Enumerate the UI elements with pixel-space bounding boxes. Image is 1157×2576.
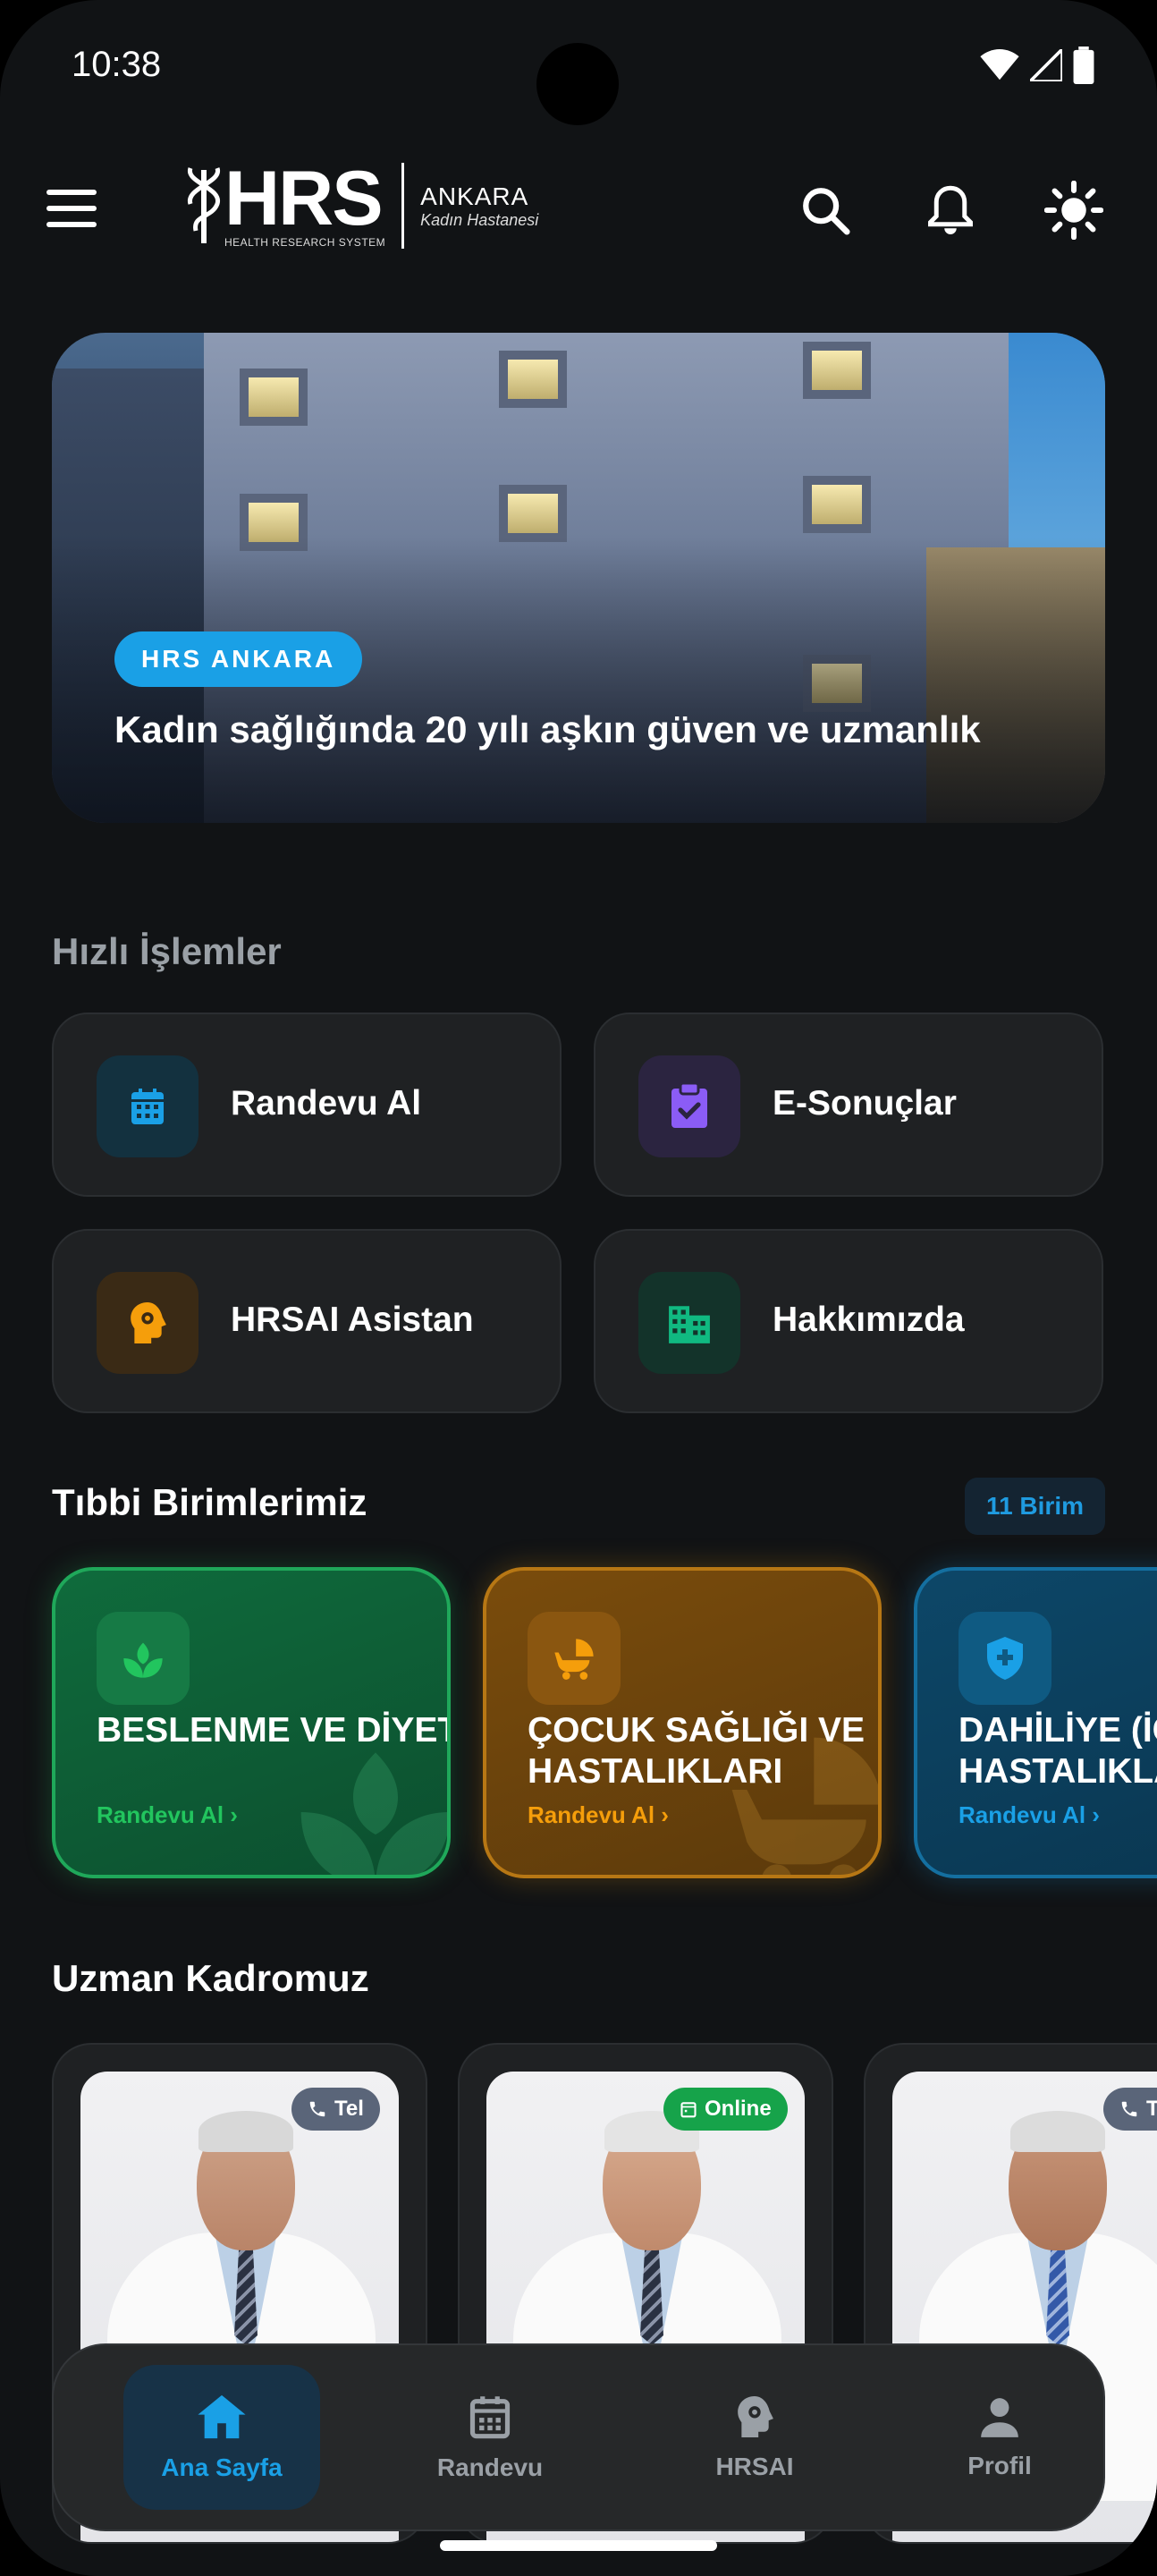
doctor-pill-label: Tel — [334, 2097, 364, 2121]
unit-appointment-link[interactable]: Randevu Al › — [528, 1801, 669, 1829]
unit-icon-box — [959, 1612, 1051, 1705]
theme-toggle-button[interactable] — [1043, 179, 1105, 242]
unit-appointment-link[interactable]: Randevu Al › — [959, 1801, 1100, 1829]
wifi-icon — [980, 49, 1019, 80]
nav-label: Ana Sayfa — [161, 2453, 283, 2481]
unit-icon-box — [97, 1612, 190, 1705]
quick-action-results[interactable]: E-Sonuçlar — [594, 1013, 1103, 1197]
quick-action-label: Randevu Al — [231, 1084, 422, 1123]
nav-item-profile[interactable]: Profil — [901, 2365, 1098, 2510]
quick-action-ai-assistant[interactable]: HRSAI Asistan — [52, 1229, 562, 1413]
hero-window — [499, 351, 567, 408]
bell-icon — [928, 185, 973, 234]
calendar-icon — [680, 2102, 697, 2118]
ai-head-icon — [131, 1302, 166, 1343]
nav-item-home[interactable]: Ana Sayfa — [123, 2365, 320, 2510]
notifications-button[interactable] — [919, 179, 982, 242]
quick-action-icon-box — [638, 1272, 740, 1374]
clipboard-check-icon — [671, 1083, 707, 1128]
logo-location: ANKARA Kadın Hastanesi — [420, 182, 538, 230]
hero-tagline: Kadın sağlığında 20 yılı aşkın güven ve … — [114, 708, 981, 750]
nav-item-appointment[interactable]: Randevu — [392, 2365, 588, 2510]
doctor-pill-label: Online — [705, 2097, 772, 2121]
quick-action-appointment[interactable]: Randevu Al — [52, 1013, 562, 1197]
home-indicator[interactable] — [440, 2540, 717, 2551]
phone-icon — [1121, 2101, 1137, 2117]
nav-label: HRSAI — [715, 2453, 794, 2480]
logo-subtext: HEALTH RESEARCH SYSTEM — [224, 236, 386, 249]
unit-card-pediatrics[interactable]: ÇOCUK SAĞLIĞI VE HASTALIKLARI Randevu Al… — [483, 1567, 882, 1878]
unit-link-label: Randevu Al — [528, 1801, 655, 1828]
unit-name: DAHİLİYE (İÇ HASTALIKLARI) — [959, 1711, 1157, 1791]
hospital-logo[interactable]: HRS HEALTH RESEARCH SYSTEM ANKARA Kadın … — [183, 156, 538, 249]
doctor-contact-pill: Tel — [1103, 2088, 1157, 2131]
search-icon — [803, 188, 850, 235]
home-icon — [198, 2394, 246, 2439]
calendar-icon — [131, 1089, 164, 1124]
sun-icon — [1044, 181, 1103, 240]
unit-icon-box — [528, 1612, 621, 1705]
doctor-contact-pill: Tel — [291, 2088, 380, 2131]
hero-banner[interactable]: HRS ANKARA Kadın sağlığında 20 yılı aşkı… — [52, 333, 1105, 823]
menu-button[interactable] — [46, 190, 97, 231]
doctor-pill-label: Tel — [1146, 2097, 1157, 2121]
building-icon — [669, 1306, 710, 1343]
doctors-title: Uzman Kadromuz — [52, 1957, 369, 1999]
logo-city: ANKARA — [420, 182, 529, 210]
stroller-icon — [554, 1639, 594, 1680]
app-header: HRS HEALTH RESEARCH SYSTEM ANKARA Kadın … — [0, 152, 1157, 268]
quick-action-about[interactable]: Hakkımızda — [594, 1229, 1103, 1413]
unit-appointment-link[interactable]: Randevu Al › — [97, 1801, 238, 1829]
hero-badge: HRS ANKARA — [114, 631, 363, 687]
calendar-icon — [469, 2396, 511, 2439]
nav-label: Randevu — [436, 2453, 544, 2481]
doctor-contact-pill: Online — [663, 2088, 788, 2131]
logo-text: HRS — [224, 156, 384, 242]
ai-head-icon — [738, 2396, 773, 2437]
quick-action-icon-box — [97, 1055, 198, 1157]
nav-label: Profil — [967, 2452, 1032, 2479]
person-icon — [981, 2398, 1018, 2437]
signal-icon — [1030, 49, 1062, 81]
quick-action-label: HRSAI Asistan — [231, 1301, 474, 1339]
phone-icon — [309, 2101, 325, 2117]
unit-link-label: Randevu Al — [97, 1801, 224, 1828]
hero-window — [803, 342, 871, 399]
unit-card-internal-medicine[interactable]: DAHİLİYE (İÇ HASTALIKLARI) Randevu Al › — [914, 1567, 1157, 1878]
logo-divider — [401, 163, 405, 249]
doctor-hair — [1010, 2111, 1105, 2152]
phone-screen: 10:38 HRS HEALTH RESEARCH SYSTEM ANKARA — [0, 0, 1157, 2576]
hero-window — [499, 485, 567, 542]
unit-link-label: Randevu Al — [959, 1801, 1086, 1828]
status-time: 10:38 — [72, 45, 162, 84]
units-title: Tıbbi Birimlerimiz — [52, 1481, 367, 1523]
menu-line — [46, 206, 97, 211]
status-bar: 10:38 — [0, 0, 1157, 134]
battery-icon — [1073, 47, 1094, 84]
unit-card-nutrition[interactable]: BESLENME VE DİYET Randevu Al › — [52, 1567, 451, 1878]
logo-wordmark: HRS HEALTH RESEARCH SYSTEM — [224, 156, 386, 249]
shield-plus-icon — [987, 1637, 1023, 1680]
unit-name: ÇOCUK SAĞLIĞI VE HASTALIKLARI — [528, 1711, 866, 1791]
units-count-badge: 11 Birim — [965, 1478, 1105, 1535]
logo-hospital: Kadın Hastanesi — [420, 210, 539, 229]
caduceus-icon — [188, 167, 220, 243]
hero-window — [803, 476, 871, 533]
sprout-icon — [123, 1642, 163, 1678]
quick-action-icon-box — [97, 1272, 198, 1374]
quick-action-label: E-Sonuçlar — [773, 1084, 957, 1123]
search-button[interactable] — [794, 179, 857, 242]
quick-action-icon-box — [638, 1055, 740, 1157]
menu-line — [46, 190, 97, 195]
status-icons — [980, 47, 1094, 84]
front-camera — [536, 43, 619, 125]
hero-window — [240, 369, 308, 426]
unit-name: BESLENME VE DİYET — [97, 1711, 451, 1750]
quick-actions-title: Hızlı İşlemler — [52, 930, 282, 972]
quick-action-label: Hakkımızda — [773, 1301, 965, 1339]
doctor-hair — [198, 2111, 293, 2152]
nav-item-hrsai[interactable]: HRSAI — [656, 2365, 853, 2510]
bottom-navigation: Ana Sayfa Randevu HRSAI Profil — [52, 2343, 1105, 2531]
menu-line — [46, 222, 97, 227]
